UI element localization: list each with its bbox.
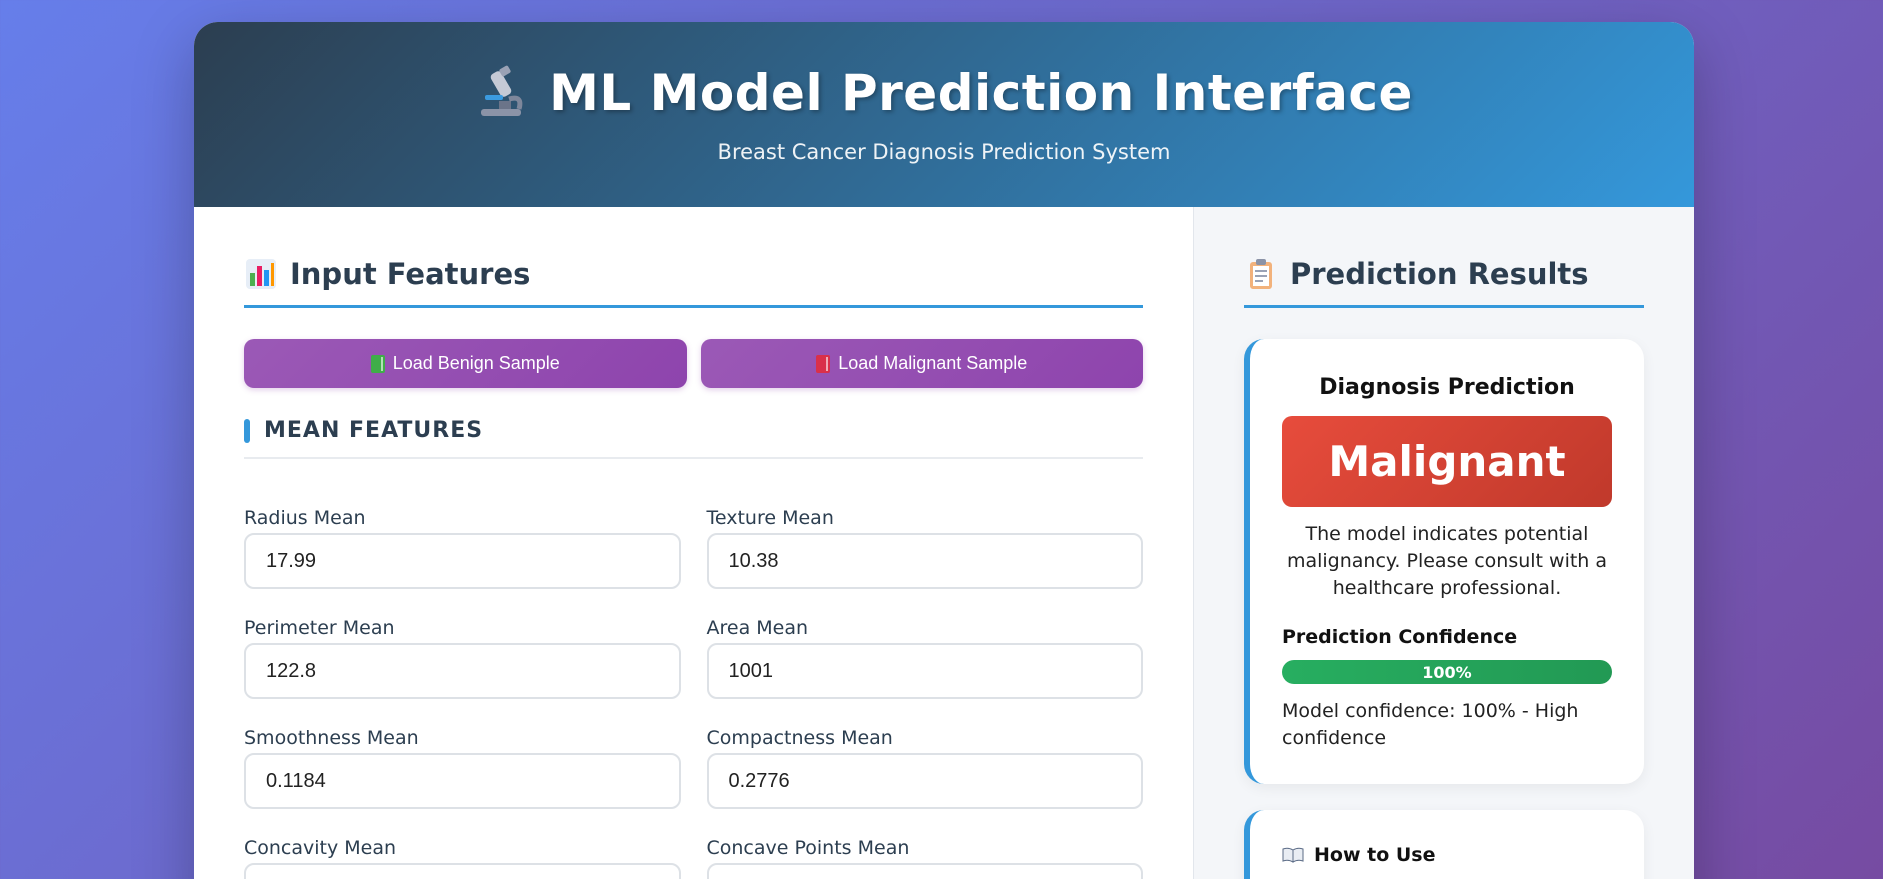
confidence-bar: 100% (1282, 660, 1612, 684)
group-accent-bar (244, 418, 250, 443)
field-label: Smoothness Mean (244, 727, 419, 749)
app-container: ML Model Prediction Interface Breast Can… (194, 22, 1694, 879)
area-mean-input[interactable] (706, 643, 1143, 699)
main-content: Input Features Load Benign Sample Load M… (194, 207, 1694, 879)
confidence-bar-fill: 100% (1282, 660, 1612, 684)
bar-chart-icon (246, 259, 276, 289)
sample-buttons: Load Benign Sample Load Malignant Sample (244, 339, 1143, 388)
feature-grid: Radius Mean Texture Mean Perimeter Mean … (244, 507, 1143, 879)
prediction-results-title: Prediction Results (1290, 257, 1589, 291)
input-features-title: Input Features (290, 257, 531, 291)
prediction-results-heading: Prediction Results (1244, 257, 1644, 308)
texture-mean-input[interactable] (706, 533, 1143, 589)
field-texture-mean: Texture Mean (706, 507, 1143, 589)
confidence-text: Model confidence: 100% - High confidence (1282, 700, 1579, 749)
header: ML Model Prediction Interface Breast Can… (194, 22, 1694, 207)
radius-mean-input[interactable] (244, 533, 681, 589)
page-title: ML Model Prediction Interface (549, 64, 1413, 122)
how-to-use-heading: How to Use (1282, 844, 1612, 866)
clipboard-icon (1250, 259, 1272, 289)
field-radius-mean: Radius Mean (244, 507, 681, 589)
field-smoothness-mean: Smoothness Mean (244, 727, 681, 809)
field-label: Compactness Mean (706, 727, 893, 749)
field-label: Concave Points Mean (706, 837, 910, 859)
prediction-description: The model indicates potential malignancy… (1286, 523, 1608, 599)
page-subtitle: Breast Cancer Diagnosis Prediction Syste… (717, 140, 1171, 164)
field-label: Radius Mean (244, 507, 366, 529)
diagnosis-card: Diagnosis Prediction Malignant The model… (1244, 339, 1644, 784)
results-panel: Prediction Results Diagnosis Prediction … (1193, 207, 1694, 879)
concavity-mean-input[interactable] (244, 863, 681, 879)
input-features-heading: Input Features (244, 257, 1143, 308)
input-panel: Input Features Load Benign Sample Load M… (194, 207, 1193, 879)
field-label: Area Mean (706, 617, 809, 639)
concave-points-mean-input[interactable] (706, 863, 1143, 879)
load-benign-label: Load Benign Sample (392, 353, 560, 373)
field-area-mean: Area Mean (706, 617, 1143, 699)
mean-features-title: MEAN FEATURES (264, 418, 484, 443)
field-perimeter-mean: Perimeter Mean (244, 617, 681, 699)
confidence-label: Prediction Confidence (1282, 626, 1518, 648)
load-benign-sample-button[interactable]: Load Benign Sample (244, 339, 687, 388)
page-title-row: ML Model Prediction Interface (194, 64, 1694, 122)
prediction-badge: Malignant (1282, 416, 1612, 507)
how-to-use-card: How to Use (1244, 810, 1644, 879)
smoothness-mean-input[interactable] (244, 753, 681, 809)
field-label: Concavity Mean (244, 837, 397, 859)
load-malignant-label: Load Malignant Sample (838, 353, 1028, 373)
open-book-icon (1282, 847, 1304, 863)
field-label: Texture Mean (706, 507, 834, 529)
field-concave-points-mean: Concave Points Mean (706, 837, 1143, 879)
perimeter-mean-input[interactable] (244, 643, 681, 699)
compactness-mean-input[interactable] (706, 753, 1143, 809)
field-compactness-mean: Compactness Mean (706, 727, 1143, 809)
diagnosis-title: Diagnosis Prediction (1319, 375, 1575, 400)
how-to-use-title: How to Use (1314, 844, 1436, 866)
mean-features-heading: MEAN FEATURES (244, 418, 1143, 459)
microscope-icon (481, 65, 523, 116)
field-label: Perimeter Mean (244, 617, 395, 639)
load-malignant-sample-button[interactable]: Load Malignant Sample (700, 339, 1143, 388)
green-book-icon (370, 354, 385, 373)
red-book-icon (816, 354, 831, 373)
field-concavity-mean: Concavity Mean (244, 837, 681, 879)
